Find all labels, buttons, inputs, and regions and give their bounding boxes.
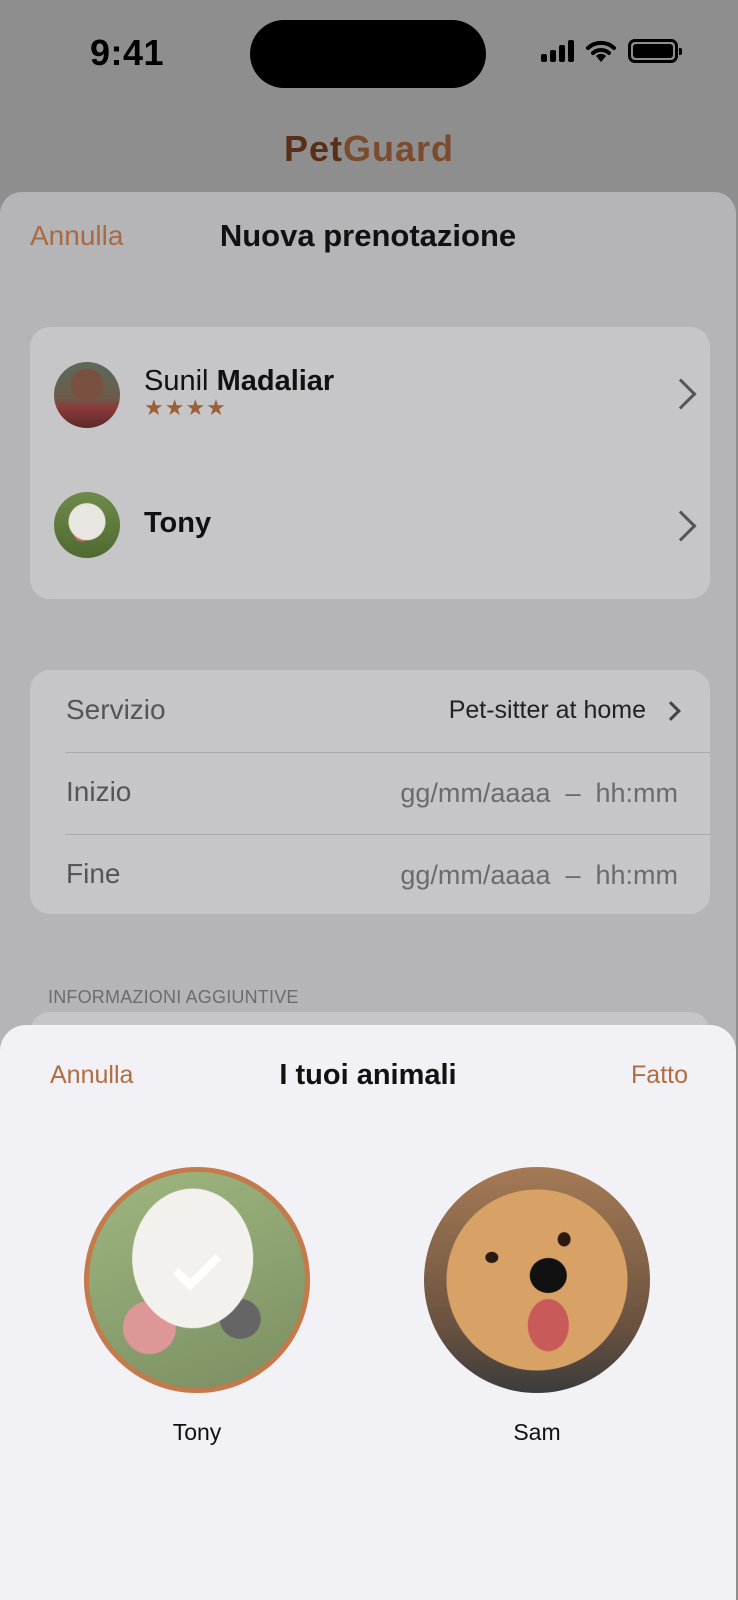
chevron-right-icon [665,510,697,542]
checkmark-icon [172,1242,222,1292]
additional-info-header: INFORMAZIONI AGGIUNTIVE [48,987,299,1007]
status-bar: 9:41 [0,0,738,110]
dynamic-island [250,20,486,88]
end-datetime-field[interactable]: gg/mm/aaaa – hh:mm [400,860,678,891]
pet-option-name: Sam [513,1419,561,1445]
pet-avatar [54,492,120,558]
pet-photo-tony[interactable] [84,1167,310,1393]
wifi-icon [586,40,616,62]
booking-sheet-title: Nuova prenotazione [219,218,517,253]
sitter-last-name: Madaliar [216,365,335,397]
pets-modal: Annulla I tuoi animali Fatto Tony Sam [0,1025,736,1600]
sitter-first-name: Sunil [144,365,209,397]
start-row[interactable]: Inizio gg/mm/aaaa – hh:mm [66,752,710,834]
cellular-signal-icon [541,40,574,62]
end-label: Fine [66,858,121,889]
modal-title: I tuoi animali [279,1059,457,1091]
selection-card: Sunil Madaliar ★★★★ Tony [30,327,710,599]
service-value: Pet-sitter at home [448,696,646,724]
app-brand-title: PetGuard [0,128,738,170]
start-label: Inizio [66,776,132,807]
sitter-name: Sunil Madaliar [144,365,334,398]
pet-row[interactable]: Tony [30,473,710,593]
sitter-avatar [54,362,120,428]
brand-part-1: Pet [283,128,343,169]
chevron-right-icon [661,701,681,721]
pet-photo-sam[interactable] [424,1167,650,1393]
battery-icon [628,39,682,63]
chevron-right-icon [665,378,697,410]
sitter-row[interactable]: Sunil Madaliar ★★★★ [30,335,710,455]
pet-option-name: Tony [172,1419,222,1445]
start-datetime-field[interactable]: gg/mm/aaaa – hh:mm [400,778,678,809]
pet-option-sam[interactable]: Sam [424,1167,650,1446]
service-row[interactable]: Servizio Pet-sitter at home [66,670,710,752]
pet-name: Tony [144,507,212,539]
modal-done-button[interactable]: Fatto [631,1061,688,1090]
end-row[interactable]: Fine gg/mm/aaaa – hh:mm [66,834,710,916]
pet-option-tony[interactable]: Tony [84,1167,310,1446]
status-icons [541,38,682,64]
status-time: 9:41 [90,32,165,73]
service-label: Servizio [66,694,166,725]
sitter-rating-stars: ★★★★ [144,395,227,420]
brand-part-2: Guard [343,128,455,169]
service-card: Servizio Pet-sitter at home Inizio gg/mm… [30,670,710,914]
